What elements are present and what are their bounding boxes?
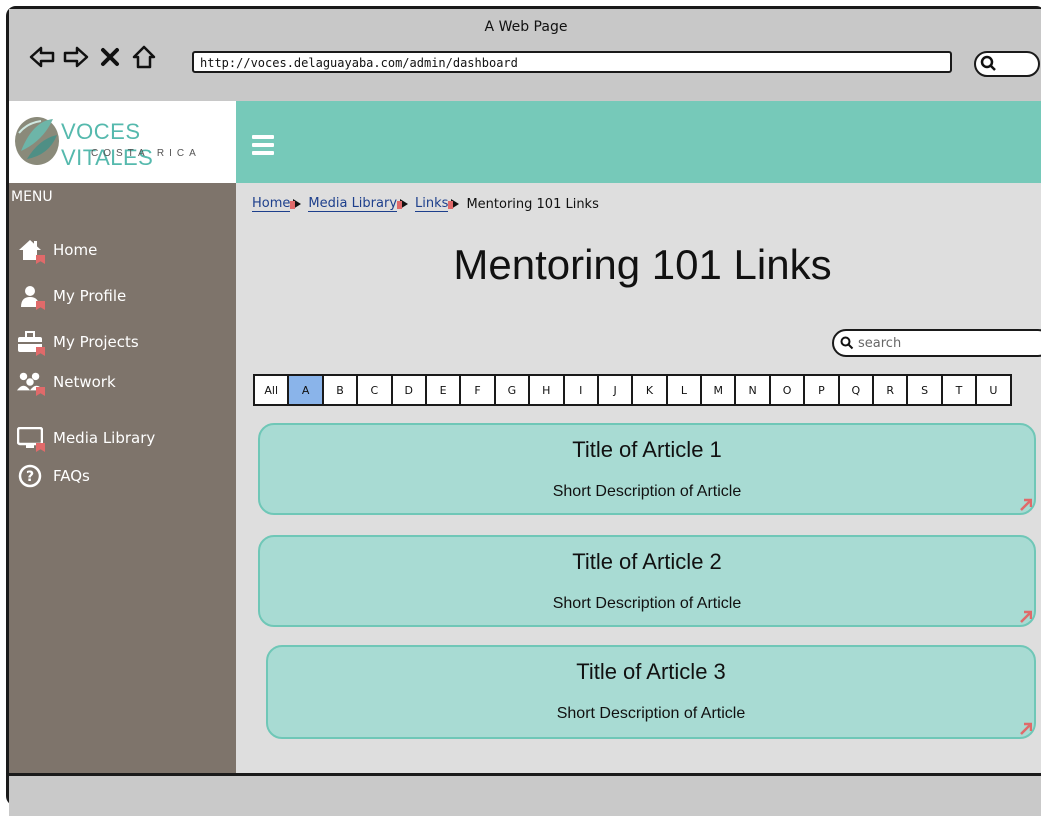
article-description: Short Description of Article bbox=[556, 705, 746, 722]
monitor-icon bbox=[17, 425, 45, 452]
search-icon bbox=[980, 55, 998, 77]
alphabet-filter: All A B C D E F G H I J K L M N O P Q R … bbox=[253, 374, 1012, 406]
breadcrumb-current: Mentoring 101 Links bbox=[466, 196, 599, 212]
main-content: Home Media Library Links Mentoring 101 L… bbox=[236, 183, 1041, 773]
chevron-right-icon bbox=[397, 198, 413, 210]
article-title: Title of Article 2 bbox=[572, 549, 722, 574]
letter-filter[interactable]: P bbox=[805, 376, 840, 404]
search-input[interactable]: search bbox=[832, 329, 1041, 357]
page-title: Mentoring 101 Links bbox=[453, 241, 832, 288]
article-card[interactable]: Title of Article 2 Short Description of … bbox=[258, 535, 1036, 627]
logo-subtitle: COSTA RICA bbox=[91, 148, 201, 159]
sidebar-item-home[interactable]: Home bbox=[17, 237, 98, 264]
letter-filter[interactable]: All bbox=[255, 376, 290, 404]
letter-filter[interactable]: H bbox=[530, 376, 565, 404]
sidebar-item-label: Home bbox=[53, 241, 98, 259]
sidebar-item-label: My Projects bbox=[53, 333, 139, 351]
home-icon bbox=[17, 237, 45, 264]
letter-filter[interactable]: O bbox=[771, 376, 806, 404]
link-arrow-icon bbox=[1020, 498, 1032, 511]
url-bar[interactable]: http://voces.delaguayaba.com/admin/dashb… bbox=[192, 51, 952, 73]
letter-filter[interactable]: L bbox=[668, 376, 703, 404]
breadcrumb: Home Media Library Links Mentoring 101 L… bbox=[252, 196, 599, 212]
hamburger-menu-icon[interactable] bbox=[252, 135, 274, 159]
chevron-right-icon bbox=[448, 198, 464, 210]
letter-filter[interactable]: F bbox=[461, 376, 496, 404]
sidebar-item-label: Network bbox=[53, 373, 116, 391]
sidebar-item-my-profile[interactable]: My Profile bbox=[17, 283, 127, 310]
sidebar-item-network[interactable]: Network bbox=[17, 369, 116, 396]
sidebar-item-label: Media Library bbox=[53, 429, 156, 447]
letter-filter[interactable]: K bbox=[633, 376, 668, 404]
top-bar bbox=[236, 101, 1041, 183]
letter-filter[interactable]: M bbox=[702, 376, 737, 404]
back-icon[interactable] bbox=[29, 44, 55, 70]
stop-icon[interactable] bbox=[97, 44, 123, 70]
letter-filter[interactable]: Q bbox=[840, 376, 875, 404]
letter-filter[interactable]: T bbox=[943, 376, 978, 404]
letter-filter-active[interactable]: A bbox=[289, 376, 324, 404]
article-title: Title of Article 1 bbox=[572, 437, 722, 462]
browser-nav bbox=[29, 42, 157, 72]
article-card[interactable]: Title of Article 3 Short Description of … bbox=[266, 645, 1036, 739]
sidebar-item-label: My Profile bbox=[53, 287, 127, 305]
logo[interactable]: VOCES VITALES COSTA RICA bbox=[9, 101, 236, 183]
user-icon bbox=[17, 283, 45, 310]
svg-text:?: ? bbox=[26, 469, 34, 485]
browser-search[interactable] bbox=[974, 51, 1040, 77]
letter-filter[interactable]: B bbox=[324, 376, 359, 404]
search-placeholder: search bbox=[858, 335, 902, 351]
article-title: Title of Article 3 bbox=[576, 659, 726, 684]
search-icon bbox=[840, 336, 854, 350]
browser-window: A Web Page http://voces.delaguayaba.com/… bbox=[6, 6, 1041, 816]
sidebar-item-media-library[interactable]: Media Library bbox=[17, 425, 156, 452]
letter-filter[interactable]: I bbox=[565, 376, 599, 404]
letter-filter[interactable]: J bbox=[599, 376, 634, 404]
sidebar-item-my-projects[interactable]: My Projects bbox=[17, 329, 139, 356]
briefcase-icon bbox=[17, 329, 45, 356]
letter-filter[interactable]: E bbox=[427, 376, 462, 404]
link-arrow-icon bbox=[1020, 610, 1032, 623]
leaf-logo-icon bbox=[13, 111, 61, 167]
letter-filter[interactable]: G bbox=[496, 376, 531, 404]
breadcrumb-media-library[interactable]: Media Library bbox=[308, 196, 398, 212]
letter-filter[interactable]: C bbox=[358, 376, 393, 404]
logo-name: VOCES VITALES bbox=[61, 119, 154, 170]
question-icon: ? bbox=[17, 463, 43, 489]
chevron-right-icon bbox=[290, 198, 306, 210]
browser-titlebar: A Web Page http://voces.delaguayaba.com/… bbox=[9, 9, 1041, 104]
letter-filter[interactable]: N bbox=[736, 376, 771, 404]
breadcrumb-links[interactable]: Links bbox=[415, 196, 449, 212]
letter-filter[interactable]: U bbox=[977, 376, 1012, 404]
sidebar-item-label: FAQs bbox=[53, 467, 90, 485]
window-title: A Web Page bbox=[484, 19, 568, 35]
network-icon bbox=[17, 369, 45, 396]
browser-status-bar bbox=[9, 773, 1041, 816]
letter-filter[interactable]: R bbox=[874, 376, 909, 404]
article-description: Short Description of Article bbox=[552, 595, 742, 612]
letter-filter[interactable]: S bbox=[908, 376, 943, 404]
article-card[interactable]: Title of Article 1 Short Description of … bbox=[258, 423, 1036, 515]
article-description: Short Description of Article bbox=[552, 483, 742, 500]
home-nav-icon[interactable] bbox=[131, 44, 157, 70]
sidebar-item-faqs[interactable]: ? FAQs bbox=[17, 463, 90, 489]
forward-icon[interactable] bbox=[63, 44, 89, 70]
link-arrow-icon bbox=[1020, 722, 1032, 735]
menu-label: MENU bbox=[11, 189, 53, 205]
letter-filter[interactable]: D bbox=[393, 376, 427, 404]
breadcrumb-home[interactable]: Home bbox=[252, 196, 291, 212]
sidebar: MENU Home My Profile My Projects Network… bbox=[9, 183, 236, 773]
